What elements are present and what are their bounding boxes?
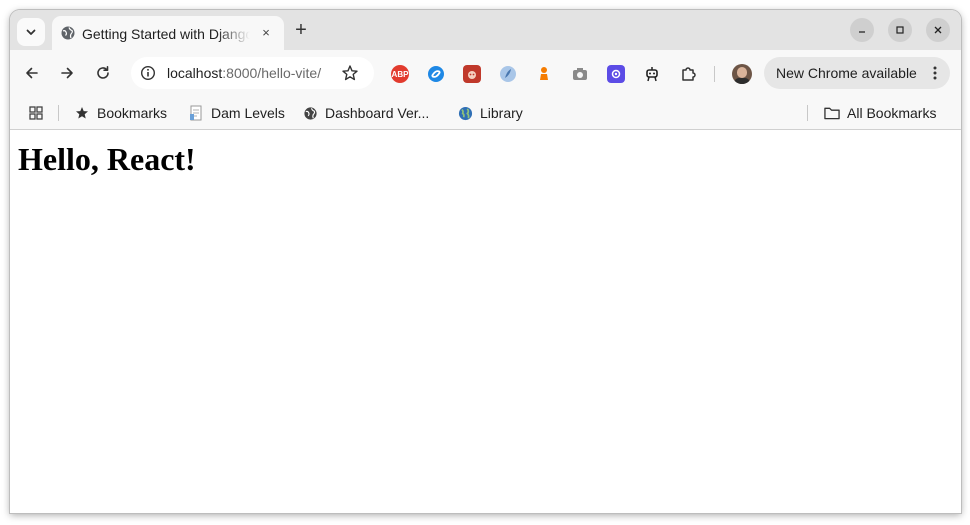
url-host: localhost (167, 65, 223, 81)
apps-button[interactable] (28, 104, 44, 122)
update-chrome-label: New Chrome available (776, 65, 917, 81)
feather-extension-icon[interactable] (499, 65, 517, 83)
document-icon (190, 105, 202, 121)
adblock-label: ABP (391, 69, 409, 79)
maximize-button[interactable] (888, 18, 912, 42)
extensions-puzzle-icon[interactable] (679, 65, 697, 83)
reload-icon (97, 66, 109, 79)
globe-icon (303, 106, 317, 120)
bookmarks-separator (807, 105, 808, 121)
bookmark-item-dam-levels[interactable]: Dam Levels (188, 104, 285, 122)
bookmark-item-dashboard[interactable]: Dashboard Ver... (302, 104, 429, 122)
reddit-extension-icon[interactable] (463, 65, 481, 83)
tab-active[interactable]: Getting Started with Django and Vite × (52, 16, 284, 50)
tab-close-icon[interactable]: × (258, 25, 274, 41)
bookmark-star-icon[interactable] (341, 64, 359, 82)
minimize-icon (859, 31, 865, 33)
toolbar: localhost:8000/hello-vite/ ABP New Chrom… (10, 50, 961, 96)
url-text: localhost:8000/hello-vite/ (167, 65, 321, 81)
earth-icon (458, 106, 472, 120)
site-info-icon[interactable] (140, 65, 156, 81)
page-heading: Hello, React! (18, 141, 196, 177)
browser-window: Getting Started with Django and Vite × +… (10, 10, 961, 513)
globe-icon (61, 26, 75, 40)
arrow-left-icon (26, 67, 38, 79)
maximize-icon (896, 26, 904, 34)
bookmark-label: Dam Levels (211, 105, 285, 121)
close-icon (934, 26, 942, 34)
apps-grid-icon (29, 106, 43, 120)
new-tab-button[interactable]: + (290, 19, 312, 41)
tab-title: Getting Started with Django and Vite (82, 26, 250, 42)
tab-search-button[interactable] (17, 18, 45, 46)
bookmark-label: Bookmarks (97, 105, 168, 121)
bookmarks-separator (58, 105, 59, 121)
bookmark-item-bookmarks[interactable]: Bookmarks (74, 104, 167, 122)
url-path: :8000/hello-vite/ (222, 65, 322, 81)
close-window-button[interactable] (926, 18, 950, 42)
kebab-menu-icon (933, 66, 937, 80)
chess-pawn-extension-icon[interactable] (535, 65, 553, 83)
toolbar-separator (714, 66, 715, 82)
swirl-extension-icon[interactable] (427, 65, 445, 83)
chevron-down-icon (26, 29, 36, 35)
folder-icon (824, 107, 840, 120)
star-icon (76, 107, 88, 119)
update-chrome-button[interactable]: New Chrome available (764, 57, 950, 89)
bookmark-label: Dashboard Ver... (325, 105, 430, 121)
profile-avatar[interactable] (732, 64, 752, 84)
tab-strip: Getting Started with Django and Vite × + (10, 10, 961, 50)
minimize-button[interactable] (850, 18, 874, 42)
address-bar[interactable]: localhost:8000/hello-vite/ (131, 57, 374, 89)
robot-extension-icon[interactable] (643, 65, 661, 83)
forward-button[interactable] (58, 64, 76, 82)
back-button[interactable] (23, 64, 41, 82)
bookmark-label: Library (480, 105, 523, 121)
adblock-plus-icon[interactable]: ABP (391, 65, 409, 83)
all-bookmarks-label: All Bookmarks (847, 105, 937, 121)
page-content: Hello, React! (10, 131, 961, 513)
all-bookmarks-button[interactable]: All Bookmarks (824, 104, 936, 122)
camera-extension-icon[interactable] (571, 65, 589, 83)
reload-button[interactable] (94, 64, 112, 82)
gear-extension-icon[interactable] (607, 65, 625, 83)
arrow-right-icon (61, 67, 73, 79)
bookmarks-bar: Bookmarks Dam Levels Dashboard Ver... Li… (10, 96, 961, 130)
bookmark-item-library[interactable]: Library (457, 104, 523, 122)
